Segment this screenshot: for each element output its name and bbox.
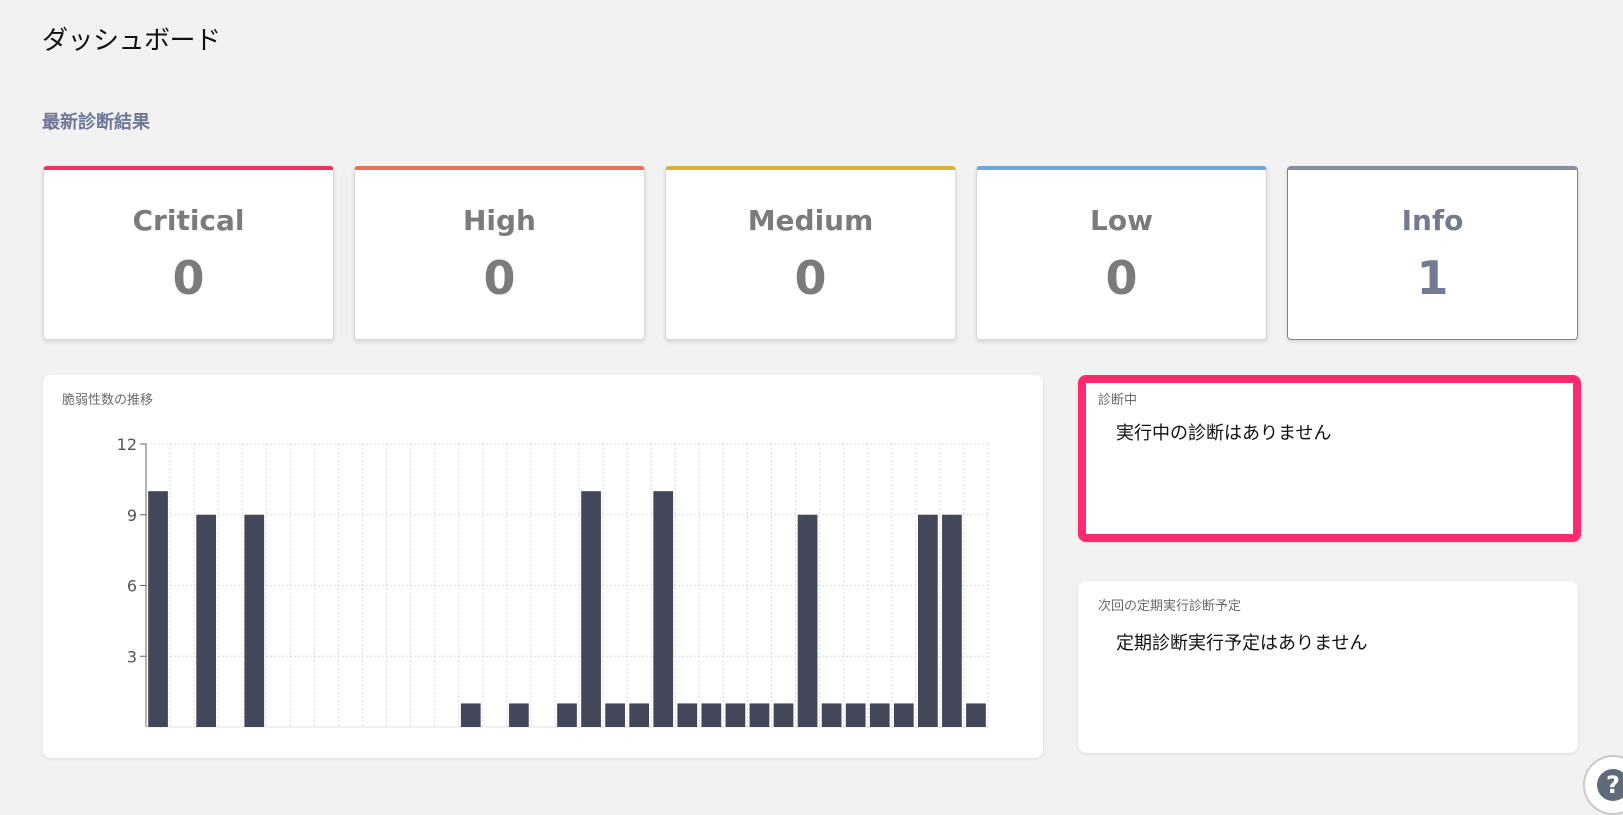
chart-bar xyxy=(509,703,529,727)
y-tick-label: 3 xyxy=(127,647,137,666)
severity-card-medium[interactable]: Medium 0 xyxy=(665,166,956,340)
schedule-caption: 次回の定期実行診断予定 xyxy=(1098,599,1242,614)
severity-card-label: Medium xyxy=(747,204,874,237)
severity-card-label: Low xyxy=(1090,204,1153,237)
severity-card-count: 0 xyxy=(1105,251,1138,305)
severity-card-count: 0 xyxy=(172,251,205,305)
severity-cards: Critical 0 High 0 Medium 0 Low 0 Info 1 xyxy=(43,166,1578,340)
chart-bar xyxy=(966,703,986,727)
schedule-message: 定期診断実行予定はありません xyxy=(1116,633,1368,654)
chart-bar xyxy=(942,514,962,727)
question-icon: ? xyxy=(1597,769,1623,801)
running-scan-panel: 診断中 実行中の診断はありません xyxy=(1078,375,1581,542)
running-message: 実行中の診断はありません xyxy=(1116,423,1332,444)
scheduled-scan-panel: 次回の定期実行診断予定 定期診断実行予定はありません xyxy=(1078,581,1578,753)
vulnerability-trend-panel: 脆弱性数の推移 3 6 9 12 xyxy=(43,375,1043,758)
chart-bar xyxy=(629,703,650,727)
severity-card-label: Info xyxy=(1401,204,1464,237)
y-tick-label: 12 xyxy=(117,435,137,454)
chart-bar xyxy=(845,703,866,727)
chart-bar xyxy=(749,703,770,727)
chart-bar xyxy=(581,491,601,727)
chart-bar xyxy=(677,703,698,727)
chart-bar xyxy=(148,491,168,727)
severity-card-label: High xyxy=(462,204,536,237)
y-tick-label: 6 xyxy=(127,577,137,596)
severity-card-count: 1 xyxy=(1416,251,1449,305)
chart-bar xyxy=(196,514,217,727)
chart-bar xyxy=(869,703,890,727)
severity-card-critical[interactable]: Critical 0 xyxy=(43,166,334,340)
chart-bar xyxy=(725,703,746,727)
y-tick-label: 9 xyxy=(127,506,137,525)
vulnerability-trend-chart: 3 6 9 12 xyxy=(117,435,989,728)
severity-card-label: Critical xyxy=(132,204,245,237)
chart-bar xyxy=(821,703,842,727)
chart-bar xyxy=(893,703,914,727)
chart-bar xyxy=(605,703,625,727)
chart-bar xyxy=(653,491,674,727)
chart-bar xyxy=(917,514,938,727)
section-title-latest-results: 最新診断結果 xyxy=(42,112,150,133)
severity-card-count: 0 xyxy=(483,251,516,305)
page-title: ダッシュボード xyxy=(42,26,221,56)
chart-bar xyxy=(460,703,481,727)
chart-bar xyxy=(557,703,577,727)
chart-bar xyxy=(701,703,722,727)
running-caption: 診断中 xyxy=(1098,393,1138,408)
severity-card-info[interactable]: Info 1 xyxy=(1287,166,1578,340)
severity-card-count: 0 xyxy=(794,251,827,305)
severity-card-high[interactable]: High 0 xyxy=(354,166,645,340)
chart-bar xyxy=(773,703,794,727)
severity-card-low[interactable]: Low 0 xyxy=(976,166,1267,340)
chart-bar xyxy=(244,514,265,727)
chart-bar xyxy=(797,514,818,727)
help-button[interactable]: ? xyxy=(1583,755,1623,815)
